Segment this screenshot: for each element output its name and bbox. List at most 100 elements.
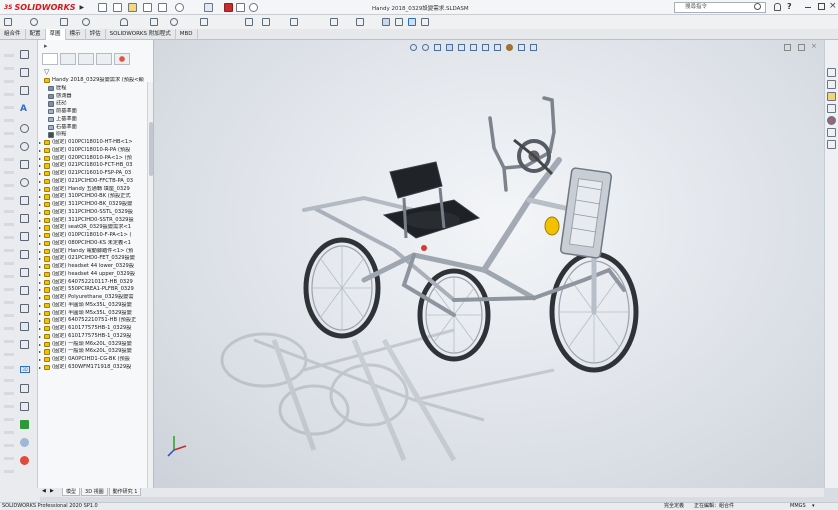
tree-part-item[interactable]: ▸ (固定) 311PCIHD0-BK_0329設變 <box>38 201 148 209</box>
tab-evaluate[interactable]: 評估 <box>86 29 106 40</box>
mirror-icon[interactable] <box>245 18 253 26</box>
configuration-tab[interactable] <box>78 53 94 65</box>
tree-feature-item[interactable]: 右基準面 <box>38 124 148 132</box>
chamfer-tool-icon[interactable] <box>20 214 29 223</box>
tree-part-item[interactable]: ▸ (固定) 630WFM171918_0329設 <box>38 364 148 372</box>
select-icon[interactable] <box>204 3 213 12</box>
trim-icon[interactable] <box>290 18 298 26</box>
pan-tool-icon[interactable] <box>20 160 29 169</box>
expand-arrow-icon[interactable]: ▸ <box>39 162 41 170</box>
tree-part-item[interactable]: ▸ (固定) 010PCI18010-HT-HB<1> <box>38 139 148 147</box>
move-entities-icon[interactable] <box>356 18 364 26</box>
expand-arrow-icon[interactable]: ▸ <box>39 356 41 364</box>
design-library-icon[interactable] <box>827 80 836 89</box>
expand-arrow-icon[interactable]: ▸ <box>39 271 41 279</box>
tree-part-item[interactable]: ▸ (固定) Handy 電動腳踏件<1> (預 <box>38 248 148 256</box>
tree-feature-item[interactable]: 原點 <box>38 131 148 139</box>
solidworks-resources-icon[interactable] <box>827 68 836 77</box>
expand-arrow-icon[interactable]: ▸ <box>39 139 41 147</box>
help-button[interactable]: ? <box>787 2 792 11</box>
file-properties-icon[interactable] <box>236 3 245 12</box>
tree-part-item[interactable]: ▸ (固定) 640752210117-HB_0329 <box>38 279 148 287</box>
expand-arrow-icon[interactable]: ▸ <box>39 286 41 294</box>
tree-part-item[interactable]: ▸ (固定) 020PCI18010-PA<1> (預 <box>38 155 148 163</box>
tree-part-item[interactable]: ▸ (固定) 080PCIHD0-KS 未定義<1 <box>38 240 148 248</box>
polygon-icon[interactable] <box>150 18 158 26</box>
unit-system[interactable]: MMGS <box>790 503 806 510</box>
tab-assembly[interactable]: 組合件 <box>0 29 26 40</box>
pattern-tool-icon[interactable] <box>20 250 29 259</box>
file-explorer-icon[interactable] <box>827 92 836 101</box>
filter-icon[interactable]: ▽ <box>44 68 49 76</box>
explode-view-icon[interactable] <box>20 402 29 411</box>
unit-caret-icon[interactable]: ▾ <box>812 503 815 510</box>
rectangle-icon[interactable] <box>60 18 68 26</box>
tree-feature-item[interactable]: 歷程 <box>38 85 148 93</box>
tab-scroll-left-icon[interactable]: ◀ <box>42 488 46 494</box>
tree-part-item[interactable]: ▸ (固定) 550PCIREA1-PLFBR_0329 <box>38 286 148 294</box>
seat[interactable] <box>382 161 481 239</box>
expand-arrow-icon[interactable]: ▸ <box>39 341 41 349</box>
appearances-icon[interactable] <box>827 116 836 125</box>
line-tool-icon[interactable] <box>20 86 29 95</box>
rebuild-icon[interactable] <box>224 3 233 12</box>
expand-arrow-icon[interactable]: ▸ <box>39 255 41 263</box>
tree-scrollbar[interactable] <box>147 82 153 488</box>
custom-properties-icon[interactable] <box>827 128 836 137</box>
view-palette-icon[interactable] <box>827 104 836 113</box>
expand-arrow-icon[interactable]: ▸ <box>39 348 41 356</box>
expand-arrow-icon[interactable]: ▸ <box>39 279 41 287</box>
tree-part-item[interactable]: ▸ (固定) 310PCIHD0-BK (預設正式 <box>38 193 148 201</box>
tab-addins[interactable]: SOLIDWORKS 附加程式 <box>106 29 176 40</box>
user-icon[interactable] <box>774 3 781 11</box>
expand-arrow-icon[interactable]: ▸ <box>39 302 41 310</box>
tree-part-item[interactable]: ▸ (固定) 010PCI18010-R-PA (預設 <box>38 147 148 155</box>
tree-part-item[interactable]: ▸ (固定) 一般頭 M6x20L_0329設變 <box>38 348 148 356</box>
expand-arrow-icon[interactable]: ▸ <box>39 232 41 240</box>
tree-part-item[interactable]: ▸ (固定) 640752210751-HB (預設正 <box>38 317 148 325</box>
tricycle-model[interactable] <box>154 40 824 488</box>
open-icon[interactable] <box>128 3 137 12</box>
expand-arrow-icon[interactable]: ▸ <box>39 325 41 333</box>
home-icon[interactable] <box>98 3 107 12</box>
relations-icon[interactable] <box>382 18 390 26</box>
tab-scroll-right-icon[interactable]: ▶ <box>50 488 54 494</box>
expand-arrow-icon[interactable]: ▸ <box>39 201 41 209</box>
tree-part-item[interactable]: ▸ (固定) 021PCI18010-FCT-HB_03 <box>38 162 148 170</box>
graphics-viewport[interactable]: × <box>154 40 824 488</box>
expand-arrow-icon[interactable]: ▸ <box>39 333 41 341</box>
tree-part-item[interactable]: ▸ (固定) 021PCIHD0-FET_0329設變 <box>38 255 148 263</box>
circle-tool-icon[interactable] <box>20 124 29 133</box>
pattern-icon[interactable] <box>330 18 338 26</box>
tree-part-item[interactable]: ▸ (固定) 311PCIHD0-SSTR_0329設 <box>38 217 148 225</box>
quick-snaps-icon[interactable] <box>421 18 429 26</box>
move-component-icon[interactable] <box>20 304 29 313</box>
tab-3d-views[interactable]: 3D 視圖 <box>81 488 108 496</box>
green-check-icon[interactable] <box>20 420 29 429</box>
forum-icon[interactable] <box>827 140 836 149</box>
tab-layout[interactable]: 配置 <box>26 29 46 40</box>
tab-markup[interactable]: 標示 <box>66 29 86 40</box>
3d-sketch-badge-icon[interactable]: 3D <box>20 366 30 373</box>
tree-feature-item[interactable]: 上基準面 <box>38 116 148 124</box>
pin-icon[interactable] <box>20 456 29 465</box>
convert-tool-icon[interactable] <box>20 232 29 241</box>
sketch-icon[interactable] <box>4 18 12 26</box>
insert-component-icon[interactable] <box>20 268 29 277</box>
rotate-tool-icon[interactable] <box>20 178 29 187</box>
expand-arrow-icon[interactable]: ▸ <box>39 155 41 163</box>
display-manager-tab[interactable] <box>114 53 130 65</box>
tree-feature-item[interactable]: 前基準面 <box>38 108 148 116</box>
minimize-button[interactable] <box>805 7 811 8</box>
dimxpert-tab[interactable] <box>96 53 112 65</box>
close-button[interactable]: × <box>829 1 837 11</box>
table-tool-icon[interactable] <box>20 340 29 349</box>
expand-arrow-icon[interactable]: ▸ <box>39 209 41 217</box>
featuremanager-tab[interactable] <box>42 53 58 65</box>
assembly-feature-icon[interactable] <box>20 384 29 393</box>
offset-icon[interactable] <box>262 18 270 26</box>
expand-arrow-icon[interactable]: ▸ <box>39 310 41 318</box>
select-tool-icon[interactable] <box>20 50 29 59</box>
line-icon[interactable] <box>30 18 38 26</box>
propertymanager-tab[interactable] <box>60 53 76 65</box>
